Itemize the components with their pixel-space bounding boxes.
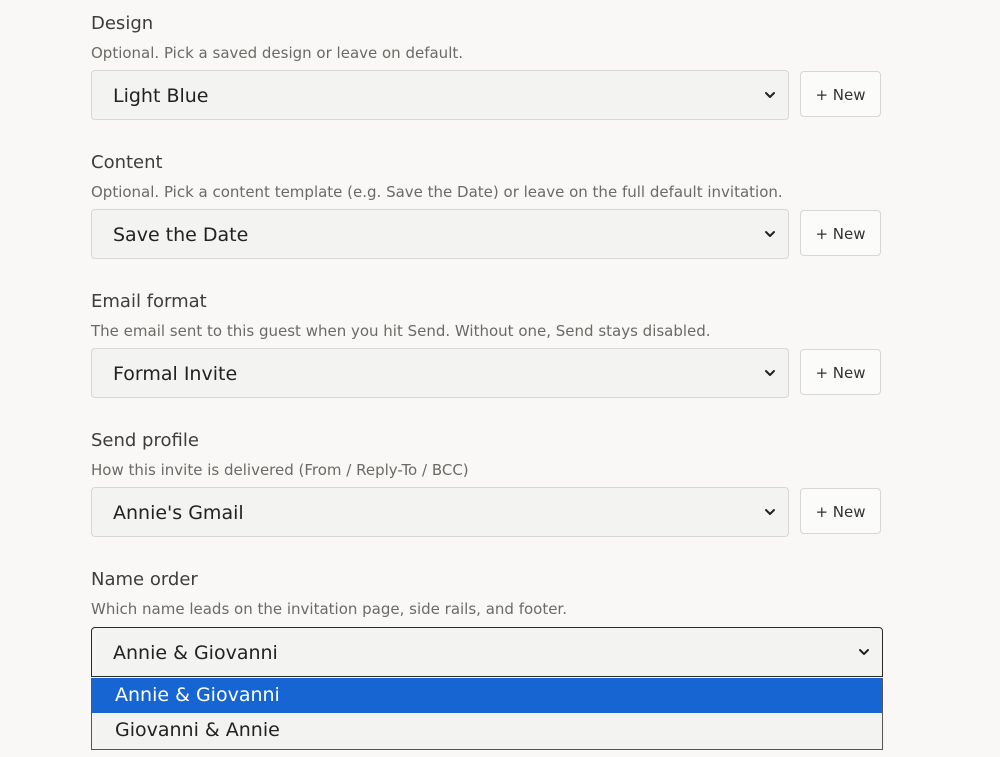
- email-format-select-value: Formal Invite: [113, 363, 238, 385]
- name-order-option-annie-giovanni[interactable]: Annie & Giovanni: [92, 678, 882, 713]
- content-row: Save the Date + New: [91, 209, 883, 259]
- design-select-value: Light Blue: [113, 85, 209, 107]
- design-new-button[interactable]: + New: [800, 71, 881, 117]
- send-profile-row: Annie's Gmail + New: [91, 487, 883, 537]
- option-label: Annie & Giovanni: [115, 684, 280, 706]
- email-format-row: Formal Invite + New: [91, 348, 883, 398]
- content-select[interactable]: Save the Date: [91, 209, 789, 259]
- send-profile-select-value: Annie's Gmail: [113, 502, 244, 524]
- name-order-option-giovanni-annie[interactable]: Giovanni & Annie: [92, 713, 882, 748]
- send-profile-help-text: How this invite is delivered (From / Rep…: [91, 461, 469, 479]
- content-select-value: Save the Date: [113, 224, 249, 246]
- chevron-down-icon: [765, 92, 775, 98]
- name-order-help-text: Which name leads on the invitation page,…: [91, 600, 567, 618]
- design-help-text: Optional. Pick a saved design or leave o…: [91, 44, 464, 62]
- name-order-select-value: Annie & Giovanni: [113, 642, 278, 664]
- send-profile-label: Send profile: [91, 430, 199, 451]
- email-format-label: Email format: [91, 291, 207, 312]
- email-format-new-button[interactable]: + New: [800, 349, 881, 395]
- chevron-down-icon: [765, 509, 775, 515]
- content-help-text: Optional. Pick a content template (e.g. …: [91, 183, 783, 201]
- name-order-label: Name order: [91, 569, 198, 590]
- email-format-select[interactable]: Formal Invite: [91, 348, 789, 398]
- chevron-down-icon: [859, 649, 869, 655]
- chevron-down-icon: [765, 231, 775, 237]
- name-order-row: Annie & Giovanni: [91, 627, 883, 677]
- content-label: Content: [91, 152, 163, 173]
- name-order-select[interactable]: Annie & Giovanni: [91, 627, 883, 677]
- chevron-down-icon: [765, 370, 775, 376]
- email-format-help-text: The email sent to this guest when you hi…: [91, 322, 711, 340]
- design-row: Light Blue + New: [91, 70, 883, 120]
- option-label: Giovanni & Annie: [115, 719, 280, 741]
- send-profile-select[interactable]: Annie's Gmail: [91, 487, 789, 537]
- design-select[interactable]: Light Blue: [91, 70, 789, 120]
- content-new-button[interactable]: + New: [800, 210, 881, 256]
- design-label: Design: [91, 13, 154, 34]
- send-profile-new-button[interactable]: + New: [800, 488, 881, 534]
- name-order-dropdown-list: Annie & Giovanni Giovanni & Annie: [91, 678, 883, 750]
